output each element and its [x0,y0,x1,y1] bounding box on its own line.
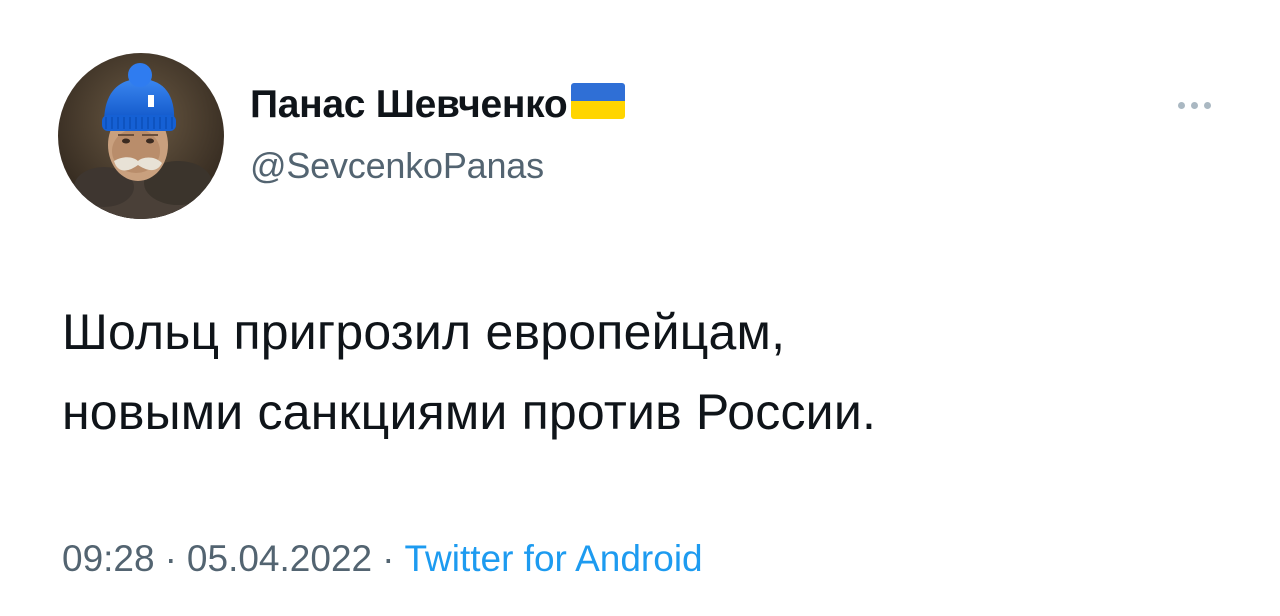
more-horizontal-icon [1190,101,1198,109]
tweet-text-line: новыми санкциями против России. [62,384,877,440]
author-handle[interactable]: @SevcenkoPanas [250,145,544,187]
author-display-name[interactable]: Панас Шевченко [250,83,568,127]
meta-separator: · [382,538,395,579]
meta-separator: · [164,538,177,579]
tweet-date[interactable]: 05.04.2022 [187,538,372,580]
author-name-row[interactable]: Панас Шевченко [250,82,626,128]
tweet-text: Шольц пригрозил европейцам, новыми санкц… [62,292,1222,452]
more-horizontal-icon [1177,101,1185,109]
tweet-text-line: Шольц пригрозил европейцам, [62,304,786,360]
author-avatar[interactable] [58,53,224,219]
ukraine-flag-icon [571,83,626,119]
tweet-metadata: 09:28 · 05.04.2022 · Twitter for Android [62,538,703,580]
avatar-portrait-image [58,53,224,219]
tweet-time[interactable]: 09:28 [62,538,155,580]
more-options-button[interactable] [1166,90,1222,120]
tweet-source-link[interactable]: Twitter for Android [404,538,702,580]
more-horizontal-icon [1203,101,1211,109]
tweet-card: Панас Шевченко @SevcenkoPanas Шольц приг… [0,0,1280,616]
